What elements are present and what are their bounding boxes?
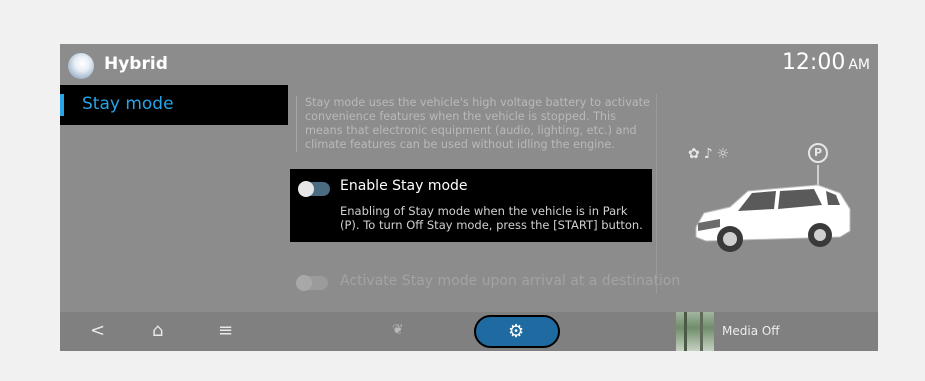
menu-icon[interactable]: ≡ [218,320,233,341]
selection-indicator [60,94,64,116]
bottom-nav-bar: < ⌂ ≡ ❦ ⚙ Media Off [60,312,878,351]
enable-stay-mode-description: Enabling of Stay mode when the vehicle i… [340,204,643,232]
toggle-knob [298,181,314,197]
clock: 12:00 AM [782,50,870,75]
gear-icon: ⚙ [508,321,525,342]
arrival-stay-mode-toggle[interactable] [296,275,328,291]
app-bubble-icon [68,53,94,79]
light-bulb-icon: ☼ [716,146,730,162]
media-thumbnail[interactable] [676,312,714,351]
music-note-icon: ♪ [703,146,713,162]
park-badge: P [808,143,828,163]
eco-leaf-icon[interactable]: ❦ [392,322,404,338]
arrival-stay-mode-label: Activate Stay mode upon arrival at a des… [340,273,681,289]
header: Hybrid 12:00 AM [60,44,878,84]
media-status-label[interactable]: Media Off [722,324,780,338]
suv-icon [695,184,851,252]
infotainment-screen: Hybrid 12:00 AM Stay mode Stay mode uses … [60,44,878,351]
home-icon[interactable]: ⌂ [152,320,163,341]
fan-icon: ✿ [688,146,700,162]
stay-mode-description: Stay mode uses the vehicle's high voltag… [296,96,656,152]
enable-stay-mode-option[interactable]: Enable Stay mode Enabling of Stay mode w… [290,169,652,242]
clock-ampm: AM [848,57,870,73]
back-icon[interactable]: < [90,320,105,341]
enable-stay-mode-title: Enable Stay mode [340,178,468,194]
app-title: Hybrid [104,54,168,74]
enable-stay-mode-toggle[interactable] [298,181,330,197]
sidebar-item-label: Stay mode [82,94,174,114]
clock-time: 12:00 [781,50,846,75]
sidebar-item-stay-mode[interactable]: Stay mode [60,85,288,125]
feature-icons: ✿ ♪ ☼ [688,143,733,162]
settings-button[interactable]: ⚙ [474,315,560,348]
toggle-knob [296,275,312,291]
divider [656,94,657,294]
vehicle-illustration: ✿ ♪ ☼ P [684,139,854,269]
